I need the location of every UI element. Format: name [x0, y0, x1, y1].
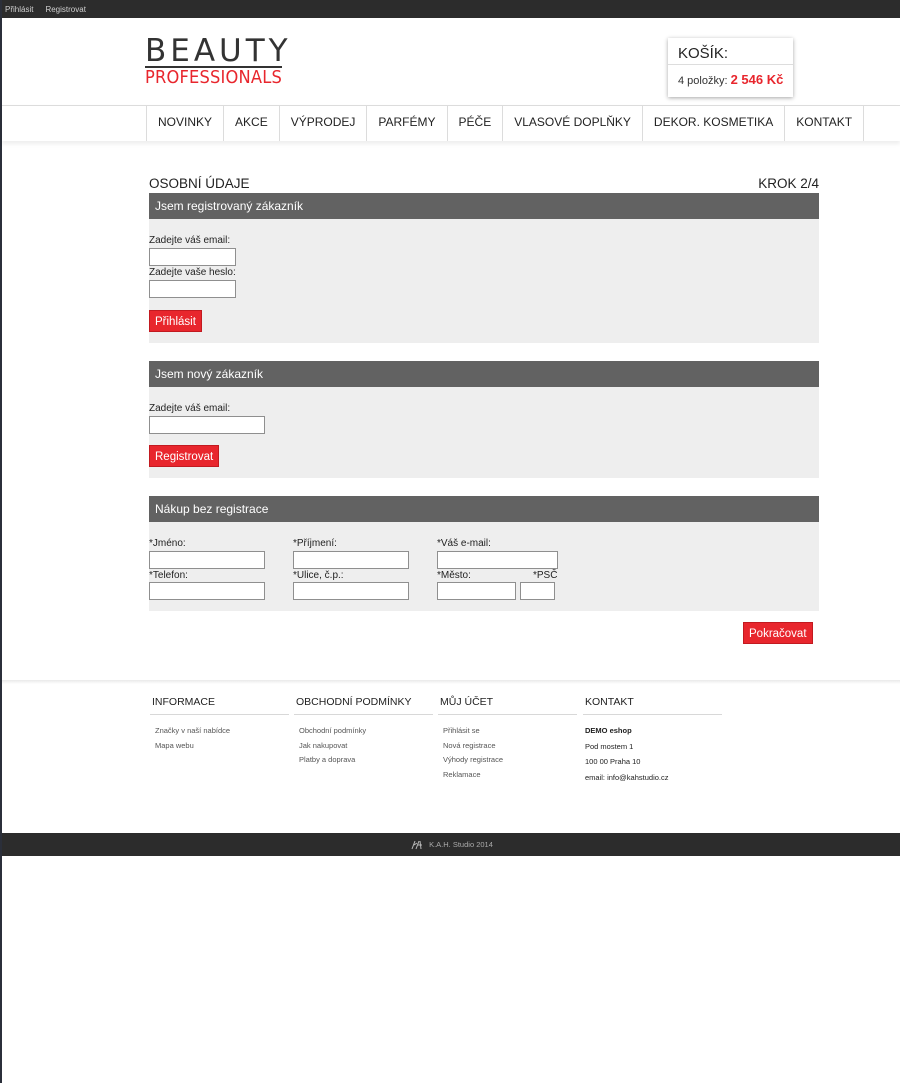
continue-button[interactable]: Pokračovat: [743, 622, 813, 644]
street-label: *Ulice, č.p.:: [293, 570, 344, 581]
cart-items: 4 položky:: [678, 75, 728, 87]
logo-line1: BEAUTY: [145, 33, 292, 69]
guest-panel: *Jméno: *Příjmení: *Váš e-mail: *Telefon…: [149, 522, 819, 611]
top-login-link[interactable]: Přihlásit: [5, 5, 33, 14]
cart-summary: 4 položky: 2 546 Kč: [668, 65, 793, 94]
cart-price: 2 546 Kč: [730, 72, 784, 87]
footer-col-terms: OBCHODNÍ PODMÍNKY Obchodní podmínky Jak …: [294, 696, 433, 768]
footer-link[interactable]: Značky v naší nabídce: [155, 724, 289, 739]
registered-heading: Jsem registrovaný zákazník: [149, 193, 819, 219]
last-name-label: *Příjmení:: [293, 538, 337, 549]
contact-city: 100 00 Praha 10: [585, 757, 641, 766]
city-label: *Město:: [437, 570, 471, 581]
login-email-input[interactable]: [149, 248, 236, 266]
registered-panel: Zadejte váš email: Zadejte vaše heslo: P…: [149, 219, 819, 343]
login-password-label: Zadejte vaše heslo:: [149, 267, 236, 278]
login-password-input[interactable]: [149, 280, 236, 298]
contact-street: Pod mostem 1: [585, 741, 634, 751]
guest-heading: Nákup bez registrace: [149, 496, 819, 522]
footer-col-info: INFORMACE Značky v naší nabídce Mapa web…: [150, 696, 289, 753]
phone-label: *Telefon:: [149, 570, 188, 581]
last-name-input[interactable]: [293, 551, 409, 569]
footer-link[interactable]: Výhody registrace: [443, 753, 577, 768]
main-nav: NOVINKY AKCE VÝPRODEJ PARFÉMY PÉČE VLASO…: [146, 105, 865, 141]
register-button[interactable]: Registrovat: [149, 445, 220, 467]
nav-item-vlasove-doplnky[interactable]: VLASOVÉ DOPLŇKY: [503, 105, 643, 141]
footer-link[interactable]: Jak nakupovat: [299, 739, 433, 754]
contact-name: DEMO eshop: [585, 726, 632, 735]
nav-item-parfemy[interactable]: PARFÉMY: [367, 105, 448, 141]
footer-contact-heading: KONTAKT: [583, 696, 722, 715]
footer-info-heading: INFORMACE: [150, 696, 289, 715]
footer-terms-heading: OBCHODNÍ PODMÍNKY: [294, 696, 433, 715]
login-email-label: Zadejte váš email:: [149, 235, 231, 246]
nav-item-akce[interactable]: AKCE: [224, 105, 280, 141]
zip-input[interactable]: [520, 582, 555, 600]
street-input[interactable]: [293, 582, 409, 600]
login-button[interactable]: Přihlásit: [149, 310, 202, 332]
footer-link[interactable]: Mapa webu: [155, 739, 289, 754]
footer-link[interactable]: Platby a doprava: [299, 753, 433, 768]
main-content: OSOBNÍ ÚDAJE KROK 2/4 Jsem registrovaný …: [149, 176, 819, 644]
top-bar: Přihlásit Registrovat: [2, 0, 900, 18]
top-register-link[interactable]: Registrovat: [45, 5, 85, 14]
register-email-label: Zadejte váš email:: [149, 403, 231, 414]
new-customer-heading: Jsem nový zákazník: [149, 361, 819, 387]
cart-title: KOŠÍK:: [668, 38, 793, 65]
phone-input[interactable]: [149, 582, 265, 600]
copyright: K.A.H. Studio 2014: [429, 840, 493, 849]
footer-link[interactable]: Přihlásit se: [443, 724, 577, 739]
cart-box[interactable]: KOŠÍK: 4 položky: 2 546 Kč: [668, 38, 793, 97]
footer-col-account: MŮJ ÚČET Přihlásit se Nová registrace Vý…: [438, 696, 577, 782]
city-input[interactable]: [437, 582, 516, 600]
nav-item-novinky[interactable]: NOVINKY: [147, 105, 225, 141]
footer-link[interactable]: Nová registrace: [443, 739, 577, 754]
logo[interactable]: BEAUTY PROFESSIONALS: [145, 36, 292, 88]
guest-email-label: *Váš e-mail:: [437, 538, 491, 549]
zip-label: *PSČ: [533, 570, 558, 581]
bottom-bar: K.A.H. Studio 2014: [2, 833, 900, 856]
step-indicator: KROK 2/4: [758, 176, 819, 191]
contact-email[interactable]: email: info@kahstudio.cz: [585, 770, 722, 786]
nav-item-vyprodej[interactable]: VÝPRODEJ: [280, 105, 368, 141]
header: BEAUTY PROFESSIONALS KOŠÍK: 4 položky: 2…: [2, 18, 900, 105]
first-name-input[interactable]: [149, 551, 265, 569]
new-customer-panel: Zadejte váš email: Registrovat: [149, 387, 819, 478]
footer-link[interactable]: Obchodní podmínky: [299, 724, 433, 739]
page-title: OSOBNÍ ÚDAJE: [149, 176, 250, 191]
title-row: OSOBNÍ ÚDAJE KROK 2/4: [149, 176, 819, 193]
guest-email-input[interactable]: [437, 551, 558, 569]
register-email-input[interactable]: [149, 416, 265, 434]
first-name-label: *Jméno:: [149, 538, 186, 549]
nav-item-dekor-kosmetika[interactable]: DEKOR. KOSMETIKA: [643, 105, 786, 141]
footer-divider: [2, 680, 900, 684]
footer-link[interactable]: Reklamace: [443, 768, 577, 783]
logo-line2: PROFESSIONALS: [145, 68, 282, 88]
nav-item-kontakt[interactable]: KONTAKT: [785, 105, 865, 141]
footer-account-heading: MŮJ ÚČET: [438, 696, 577, 715]
studio-logo-icon: [411, 840, 423, 849]
footer-col-contact: KONTAKT DEMO eshop Pod mostem 1 100 00 P…: [583, 696, 722, 785]
nav-item-pece[interactable]: PÉČE: [448, 105, 504, 141]
